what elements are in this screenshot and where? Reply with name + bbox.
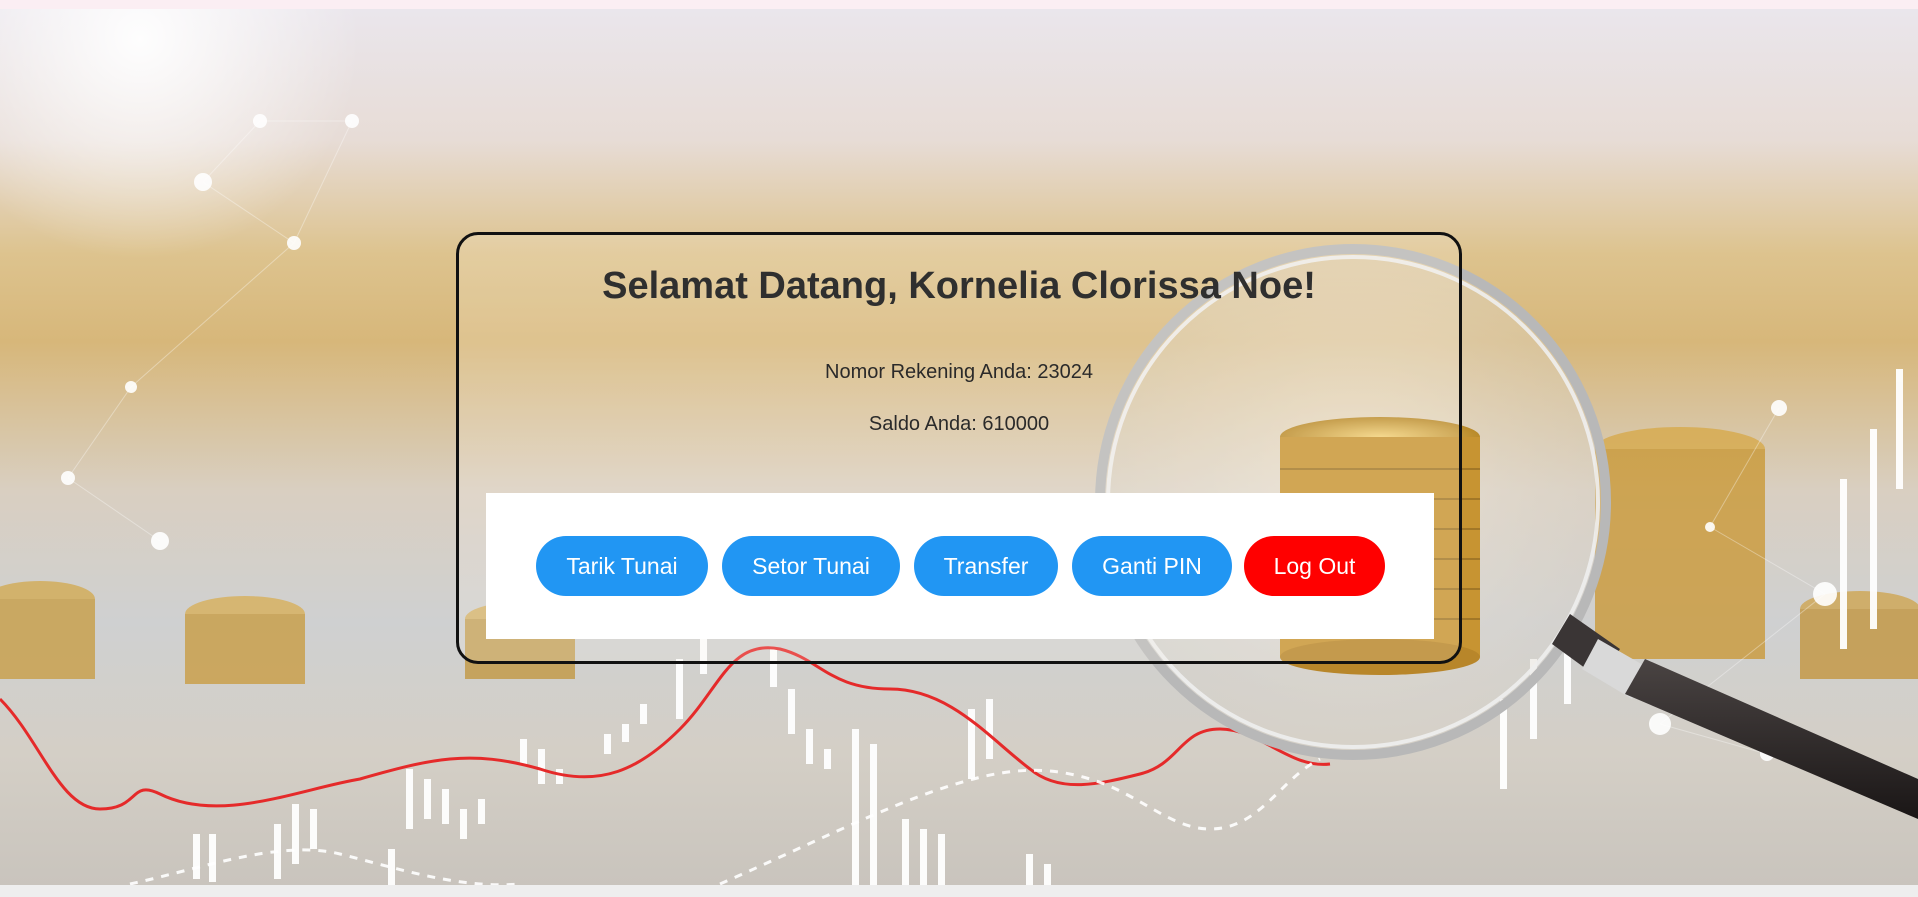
top-strip <box>0 0 1918 9</box>
action-button-panel: Tarik Tunai Setor Tunai Transfer Ganti P… <box>486 493 1434 639</box>
change-pin-button[interactable]: Ganti PIN <box>1072 536 1232 596</box>
withdraw-button[interactable]: Tarik Tunai <box>536 536 708 596</box>
balance-text: Saldo Anda: 610000 <box>868 413 1050 435</box>
welcome-card: Selamat Datang, Kornelia Clorissa Noe! N… <box>456 232 1462 664</box>
welcome-title: Selamat Datang, Kornelia Clorissa Noe! <box>602 265 1316 307</box>
transfer-button[interactable]: Transfer <box>914 536 1058 596</box>
logout-button[interactable]: Log Out <box>1244 536 1385 596</box>
bottom-strip <box>0 885 1918 897</box>
page: Selamat Datang, Kornelia Clorissa Noe! N… <box>0 0 1918 897</box>
deposit-button[interactable]: Setor Tunai <box>722 536 900 596</box>
account-number-text: Nomor Rekening Anda: 23024 <box>825 361 1093 383</box>
